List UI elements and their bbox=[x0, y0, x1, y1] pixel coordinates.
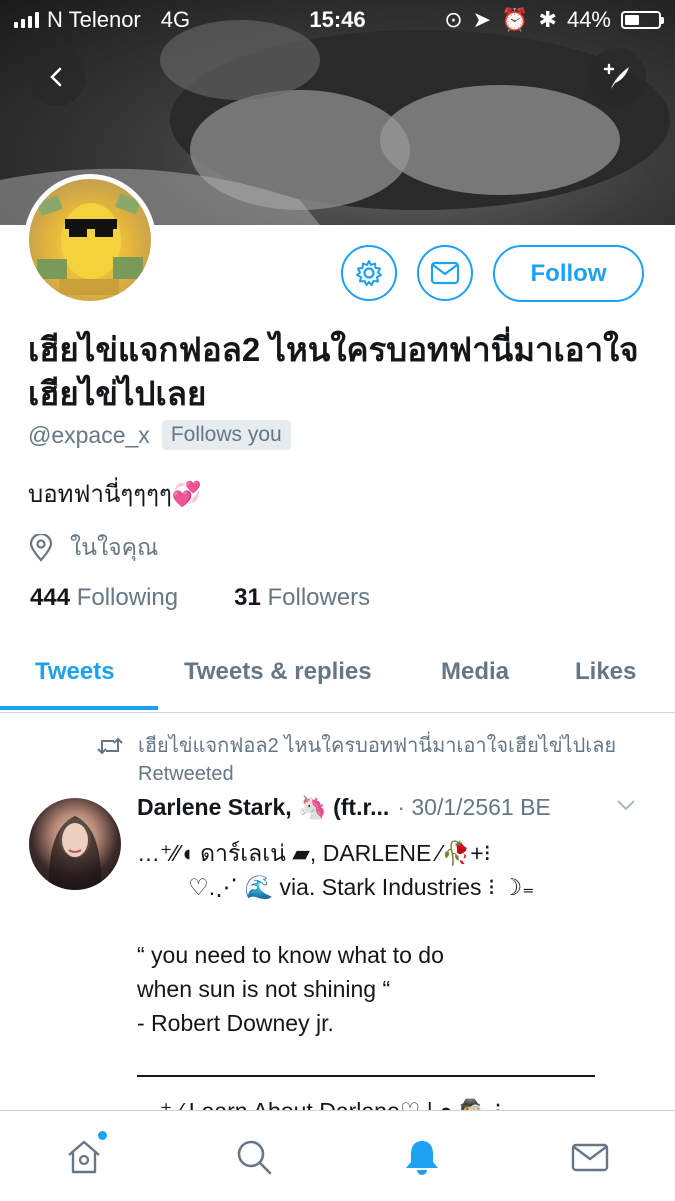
tweet-header: Darlene Stark, 🦄 (ft.r... · 30/1/2561 BE bbox=[137, 794, 657, 821]
followers-stat[interactable]: 31 Followers bbox=[234, 584, 370, 612]
nav-search[interactable] bbox=[232, 1135, 276, 1179]
bell-icon bbox=[406, 1141, 438, 1175]
alarm-icon: ⏰ bbox=[501, 7, 529, 32]
rotation-lock-icon: ⊙ bbox=[444, 7, 463, 32]
retweet-icon bbox=[97, 737, 123, 755]
nav-notifications[interactable] bbox=[400, 1135, 444, 1179]
status-bar: N Telenor 4G 15:46 ⊙ ➤ ⏰ ✱ 44% bbox=[0, 0, 675, 38]
following-count: 444 bbox=[30, 584, 71, 611]
active-tab-indicator bbox=[0, 706, 158, 710]
following-stat[interactable]: 444 Following bbox=[30, 584, 178, 612]
search-icon bbox=[237, 1140, 272, 1175]
user-handle: @expace_x bbox=[28, 421, 150, 448]
profile-location: ในใจคุณ bbox=[70, 534, 159, 560]
back-arrow-icon bbox=[50, 67, 62, 87]
home-icon bbox=[68, 1140, 100, 1174]
follows-you-badge: Follows you bbox=[161, 420, 291, 450]
battery-percent: 44% bbox=[566, 7, 611, 32]
profile-tabs: Tweets Tweets & replies Media Likes bbox=[0, 640, 675, 713]
tweet-date: · 30/1/2561 BE bbox=[397, 794, 551, 820]
compose-tweet-icon bbox=[603, 63, 629, 89]
display-name: เฮียไข่แจกฟอล2 ไหนใครบอทฟานี่มาเอาใจเฮีย… bbox=[28, 331, 639, 412]
tweet-line: “ you need to know what to do bbox=[137, 942, 444, 968]
bluetooth-icon: ✱ bbox=[538, 7, 557, 32]
followers-label: Followers bbox=[267, 584, 371, 611]
tweet-author[interactable]: Darlene Stark, 🦄 (ft.r... bbox=[137, 794, 389, 821]
bottom-tab-bar bbox=[0, 1110, 675, 1201]
tweet-text: …⁺⁄⁄◖ ดาร์เลเน่ ▰, DARLENE ⁄🥀+⁝ ♡.⋰ 🌊 vi… bbox=[137, 836, 657, 1040]
tweet-line: …⁺⁄⁄◖ ดาร์เลเน่ ▰, DARLENE ⁄🥀+⁝ bbox=[137, 840, 491, 866]
retweet-context-text: เฮียไข่แจกฟอล2 ไหนใครบอทฟานี่มาเอาใจเฮีย… bbox=[138, 735, 617, 785]
avatar-image bbox=[48, 816, 102, 890]
tweet-line: - Robert Downey jr. bbox=[137, 1010, 334, 1036]
following-label: Following bbox=[76, 584, 179, 611]
tab-tweets[interactable]: Tweets bbox=[35, 658, 115, 686]
settings-button[interactable] bbox=[341, 245, 397, 301]
nav-home[interactable] bbox=[62, 1131, 107, 1179]
location-pin-icon bbox=[29, 534, 53, 562]
avatar-image bbox=[37, 193, 143, 295]
gear-icon bbox=[356, 260, 382, 286]
retweet-context: เฮียไข่แจกฟอล2 ไหนใครบอทฟานี่มาเอาใจเฮีย… bbox=[96, 732, 641, 788]
tweet-author-avatar[interactable] bbox=[29, 798, 121, 890]
tab-media[interactable]: Media bbox=[441, 658, 509, 686]
location-arrow-icon: ➤ bbox=[472, 7, 492, 32]
envelope-icon bbox=[430, 261, 460, 285]
compose-button[interactable] bbox=[588, 48, 646, 106]
tab-likes[interactable]: Likes bbox=[575, 658, 636, 686]
message-button[interactable] bbox=[417, 245, 473, 301]
tab-tweets-replies[interactable]: Tweets & replies bbox=[184, 658, 372, 686]
battery-icon bbox=[621, 11, 664, 29]
tweet-line: ♡.⋰ 🌊 via. Stark Industries ⁝ ☽₌ bbox=[137, 874, 535, 900]
tweet-divider-line bbox=[137, 1075, 595, 1077]
envelope-icon bbox=[571, 1143, 609, 1172]
follow-button[interactable]: Follow bbox=[493, 245, 644, 302]
profile-avatar[interactable] bbox=[24, 174, 156, 306]
chevron-down-icon[interactable] bbox=[615, 798, 637, 812]
back-button[interactable] bbox=[28, 48, 86, 106]
profile-bio: บอทฟานี่ๆๆๆๆ💞 bbox=[28, 481, 202, 508]
notification-dot bbox=[98, 1131, 107, 1140]
tweet-line bbox=[137, 904, 657, 938]
tweet-line: when sun is not shining “ bbox=[137, 976, 391, 1002]
followers-count: 31 bbox=[234, 584, 261, 611]
nav-messages[interactable] bbox=[568, 1135, 612, 1179]
